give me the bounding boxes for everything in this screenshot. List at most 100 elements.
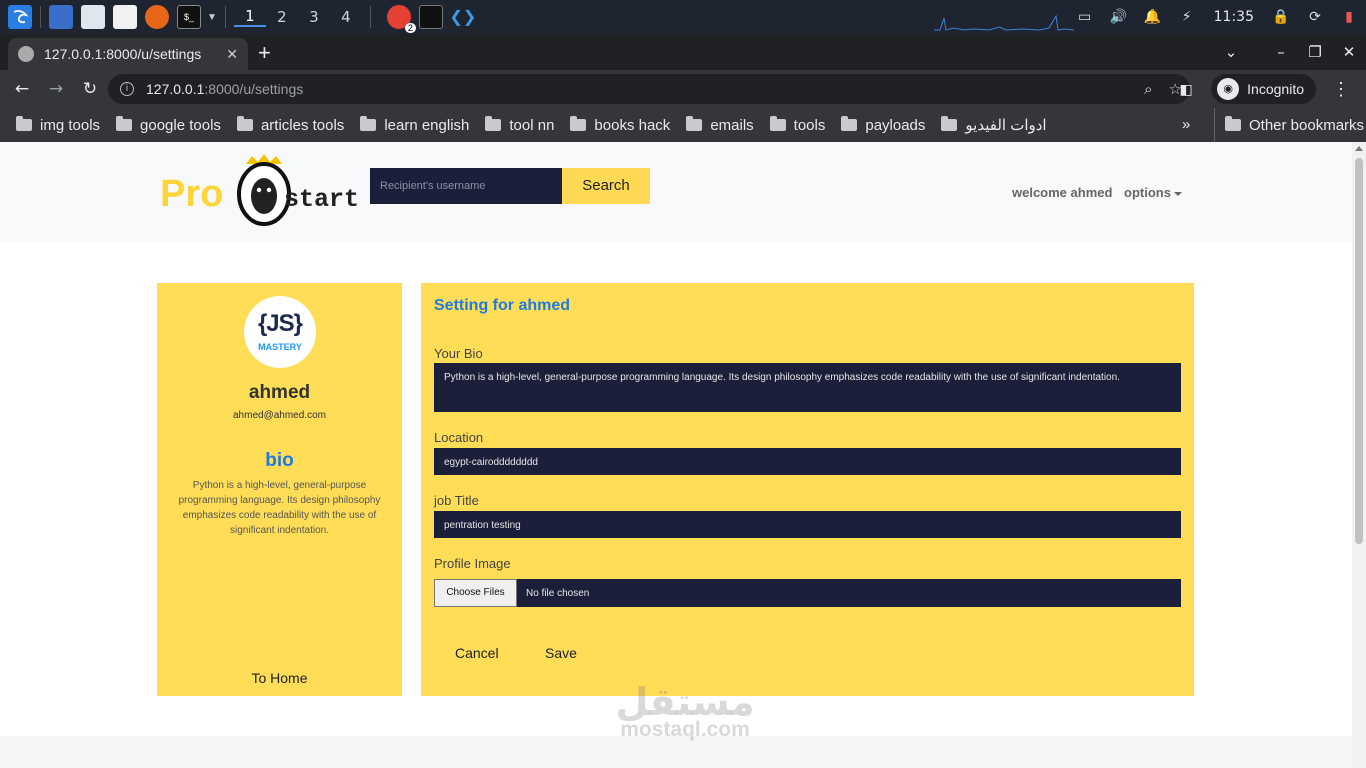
- logo-text-left: Pro: [160, 173, 223, 215]
- display-icon[interactable]: ▭: [1068, 9, 1102, 25]
- terminal-task-icon[interactable]: [418, 5, 443, 29]
- bookmark-img-tools[interactable]: img tools: [16, 116, 100, 134]
- location-input[interactable]: egypt-cairodddddddd: [434, 448, 1181, 475]
- browser-tab[interactable]: 127.0.0.1:8000/u/settings ✕: [8, 38, 248, 70]
- bookmark-learn-english[interactable]: learn english: [360, 116, 469, 134]
- bio-textarea[interactable]: Python is a high-level, general-purpose …: [434, 363, 1181, 412]
- chrome-menu-icon[interactable]: ⋮: [1326, 79, 1356, 100]
- watermark-latin: mostaql.com: [620, 718, 750, 741]
- bookmark-articles-tools[interactable]: articles tools: [236, 116, 344, 134]
- incognito-profile[interactable]: ◉ Incognito: [1211, 74, 1316, 104]
- to-home-link[interactable]: To Home: [157, 670, 402, 686]
- notification-bell-icon[interactable]: 🔔: [1136, 9, 1170, 25]
- tab-search-icon[interactable]: ⌄: [1214, 43, 1248, 61]
- close-window-icon[interactable]: ✕: [1332, 43, 1366, 61]
- lion-eye-icon: [256, 187, 262, 193]
- more-bookmarks-icon[interactable]: »: [1182, 116, 1190, 133]
- minimize-icon[interactable]: –: [1264, 43, 1298, 61]
- bookmark-books-hack[interactable]: books hack: [570, 116, 671, 134]
- reload-icon[interactable]: ↻: [74, 79, 106, 99]
- profile-image-label: Profile Image: [434, 556, 511, 571]
- close-tab-icon[interactable]: ✕: [226, 46, 238, 63]
- bookmark-emails[interactable]: emails: [686, 116, 754, 134]
- bio-label: Your Bio: [434, 346, 483, 361]
- site-logo[interactable]: Pro start: [160, 154, 360, 230]
- lock-icon[interactable]: 🔒: [1264, 9, 1298, 25]
- scrollbar-thumb[interactable]: [1355, 158, 1363, 544]
- text-editor-icon[interactable]: [113, 5, 137, 29]
- search-input[interactable]: Recipient's username: [370, 168, 562, 204]
- folder-icon: [570, 116, 587, 131]
- lion-eye-icon: [266, 187, 272, 193]
- power-icon[interactable]: ▮: [1332, 9, 1366, 25]
- options-dropdown[interactable]: options: [1124, 185, 1182, 200]
- profile-card: {JS} MASTERY ahmed ahmed@ahmed.com bio P…: [157, 283, 402, 696]
- vscode-task-icon[interactable]: ❮❯: [450, 5, 477, 29]
- workspace-1[interactable]: 1: [233, 7, 266, 27]
- bookmark-label: tools: [793, 116, 826, 134]
- show-desktop-icon[interactable]: [49, 5, 73, 29]
- tab-title: 127.0.0.1:8000/u/settings: [44, 46, 202, 62]
- browser-tab-strip: 127.0.0.1:8000/u/settings ✕ + ⌄ – ❐ ✕: [0, 34, 1366, 70]
- site-navbar: Pro start Recipient's username Search we…: [0, 142, 1352, 242]
- profile-name: ahmed: [248, 382, 311, 403]
- taskbar-divider: [369, 6, 371, 28]
- options-label: options: [1124, 185, 1171, 200]
- profile-image-input[interactable]: Choose Files No file chosen: [434, 579, 1181, 607]
- network-monitor-graph: [934, 14, 1074, 31]
- kali-menu-icon[interactable]: [8, 5, 32, 29]
- bookmark-tool-nn[interactable]: tool nn: [485, 116, 554, 134]
- workspace-4[interactable]: 4: [330, 8, 362, 26]
- folder-icon: [841, 116, 858, 131]
- cancel-button[interactable]: Cancel: [455, 645, 499, 661]
- page-scrollbar[interactable]: [1352, 142, 1366, 768]
- save-button[interactable]: Save: [545, 645, 577, 661]
- folder-icon: [116, 116, 133, 131]
- window-count-badge: 2: [404, 23, 416, 33]
- bookmark-label: books hack: [594, 116, 671, 134]
- chevron-down-icon[interactable]: ▼: [207, 12, 217, 23]
- watermark: مستقل mostaql.com: [600, 680, 770, 742]
- url-host: 127.0.0.1: [146, 81, 205, 97]
- back-icon[interactable]: ←: [6, 79, 38, 99]
- other-bookmarks[interactable]: Other bookmarks: [1214, 108, 1364, 142]
- workspace-3[interactable]: 3: [298, 8, 330, 26]
- lion-face-icon: [251, 178, 277, 214]
- folder-icon: [16, 116, 32, 131]
- zoom-search-icon[interactable]: ⌕: [1144, 80, 1152, 98]
- firefox-icon[interactable]: [145, 5, 169, 29]
- address-bar[interactable]: i 127.0.0.1:8000/u/settings ⌕ ☆: [108, 74, 1190, 104]
- clock[interactable]: 11:35: [1214, 9, 1254, 25]
- bookmark-payloads[interactable]: payloads: [841, 116, 925, 134]
- site-info-icon[interactable]: i: [120, 82, 134, 96]
- window-controls: ⌄ – ❐ ✕: [1214, 34, 1366, 70]
- other-bookmarks-label: Other bookmarks: [1249, 116, 1365, 134]
- folder-icon: [236, 116, 253, 131]
- workspace-2[interactable]: 2: [266, 8, 298, 26]
- bio-heading: bio: [265, 450, 294, 471]
- browser-toolbar: ← → ↻ i 127.0.0.1:8000/u/settings ⌕ ☆ ◧ …: [0, 70, 1366, 108]
- forward-icon[interactable]: →: [40, 79, 72, 99]
- choose-files-button[interactable]: Choose Files: [434, 579, 517, 607]
- bookmark-tools[interactable]: tools: [769, 116, 826, 134]
- file-manager-icon[interactable]: [81, 5, 105, 29]
- logout-icon[interactable]: ⟳: [1298, 9, 1332, 25]
- location-label: Location: [434, 430, 484, 445]
- volume-icon[interactable]: 🔊: [1102, 9, 1136, 25]
- maximize-icon[interactable]: ❐: [1298, 43, 1332, 61]
- job-title-label: job Title: [434, 493, 479, 508]
- chrome-task-icon[interactable]: 2: [386, 5, 416, 33]
- job-title-input[interactable]: pentration testing: [434, 511, 1181, 538]
- file-status: No file chosen: [526, 587, 590, 599]
- bookmark-label: emails: [710, 116, 754, 134]
- power-manager-icon[interactable]: ⚡: [1170, 9, 1204, 25]
- search-button[interactable]: Search: [562, 168, 650, 204]
- settings-title: Setting for ahmed: [434, 297, 571, 314]
- new-tab-icon[interactable]: +: [258, 40, 271, 66]
- terminal-icon[interactable]: $_: [177, 5, 201, 29]
- bookmark-google-tools[interactable]: google tools: [116, 116, 221, 134]
- scroll-up-arrow-icon[interactable]: [1355, 146, 1363, 151]
- bookmark-video-tools[interactable]: ادوات الفيديو: [941, 116, 1047, 134]
- side-panel-icon[interactable]: ◧: [1171, 81, 1201, 98]
- folder-icon: [941, 116, 958, 131]
